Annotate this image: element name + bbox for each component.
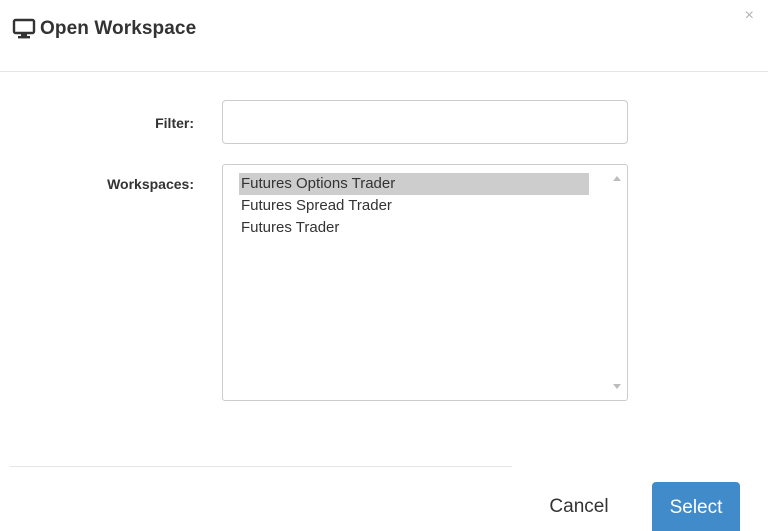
monitor-icon: [12, 18, 36, 40]
dialog-title: Open Workspace: [40, 18, 197, 39]
workspaces-label: Workspaces:: [107, 176, 194, 192]
open-workspace-dialog: Open Workspace × Filter: Workspaces: Fut…: [0, 0, 768, 531]
scroll-up-arrow-icon[interactable]: [613, 176, 621, 181]
workspace-item-futures-trader[interactable]: Futures Trader: [239, 217, 589, 239]
dialog-header: Open Workspace ×: [0, 0, 768, 72]
scroll-down-arrow-icon[interactable]: [613, 384, 621, 389]
cancel-button[interactable]: Cancel: [524, 484, 634, 528]
select-button[interactable]: Select: [652, 482, 740, 531]
dialog-title-wrap: Open Workspace: [12, 14, 196, 44]
filter-label: Filter:: [155, 115, 194, 131]
workspace-item-futures-spread-trader[interactable]: Futures Spread Trader: [239, 195, 589, 217]
workspaces-list: Futures Options Trader Futures Spread Tr…: [239, 173, 589, 239]
listbox-scrollbar[interactable]: [609, 165, 627, 400]
workspace-item-futures-options-trader[interactable]: Futures Options Trader: [239, 173, 589, 195]
workspaces-listbox[interactable]: Futures Options Trader Futures Spread Tr…: [222, 164, 628, 401]
footer-divider: [10, 466, 512, 467]
filter-input[interactable]: [222, 100, 628, 144]
close-icon[interactable]: ×: [745, 6, 754, 26]
